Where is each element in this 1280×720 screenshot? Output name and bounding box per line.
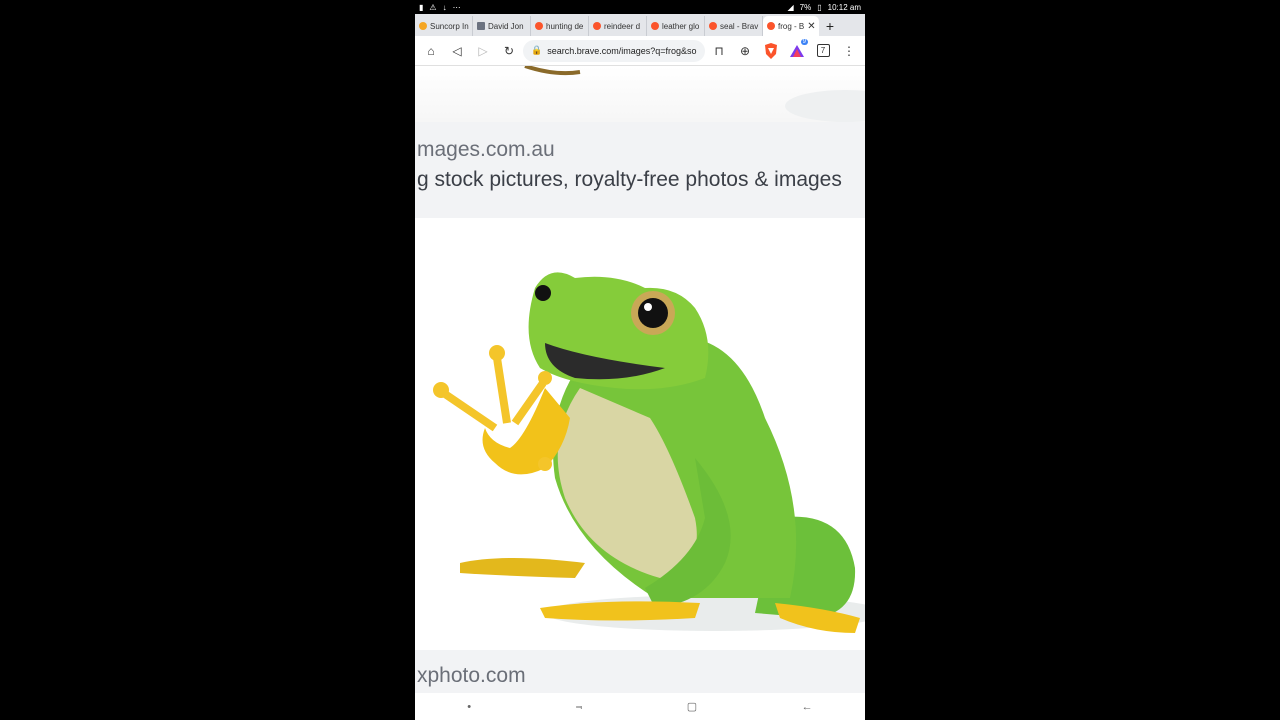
tab-hunting[interactable]: hunting de xyxy=(531,16,589,36)
result-image-partial[interactable] xyxy=(415,66,865,122)
brave-shield-icon[interactable] xyxy=(759,39,783,63)
rewards-badge: 9 xyxy=(800,38,808,45)
url-text: search.brave.com/images?q=frog&so xyxy=(547,45,697,56)
address-bar[interactable]: 🔒 search.brave.com/images?q=frog&so xyxy=(523,39,705,62)
menu-icon[interactable]: ⋮ xyxy=(837,39,861,63)
tab-strip: Suncorp In David Jon hunting de reindeer… xyxy=(415,14,865,36)
browser-toolbar: ⌂ ◁ ▷ ↻ 🔒 search.brave.com/images?q=frog… xyxy=(415,36,865,66)
phone-screen: ▮ ⚠ ↓ ⋯ ◢ 7% ▯ 10:12 am Suncorp In David… xyxy=(415,0,865,720)
status-bar: ▮ ⚠ ↓ ⋯ ◢ 7% ▯ 10:12 am xyxy=(415,0,865,14)
brave-favicon-icon xyxy=(767,22,775,30)
tab-david-jones[interactable]: David Jon xyxy=(473,16,531,36)
tab-switcher-button[interactable]: 7 xyxy=(811,39,835,63)
new-tab-button[interactable]: + xyxy=(819,16,841,36)
brave-favicon-icon xyxy=(709,22,717,30)
tab-seal[interactable]: seal - Brav xyxy=(705,16,763,36)
download-icon[interactable]: ⊕ xyxy=(733,39,757,63)
brave-favicon-icon xyxy=(651,22,659,30)
page-content: mages.com.au g stock pictures, royalty-f… xyxy=(415,66,865,693)
warning-icon: ⚠ xyxy=(429,2,437,12)
tab-favicon xyxy=(419,22,427,30)
tab-reindeer[interactable]: reindeer d xyxy=(589,16,647,36)
tab-count: 7 xyxy=(816,44,830,57)
tab-label: reindeer d xyxy=(604,21,641,31)
result-meta[interactable]: mages.com.au g stock pictures, royalty-f… xyxy=(415,122,865,218)
back-icon[interactable]: ◁ xyxy=(445,39,469,63)
signal-icon: ◢ xyxy=(787,2,794,12)
status-notifications: ▮ ⚠ ↓ ⋯ xyxy=(419,3,461,12)
more-notify-icon: ⋯ xyxy=(452,2,461,12)
recents-icon[interactable]: ⫬ xyxy=(576,700,582,713)
close-tab-icon[interactable]: ✕ xyxy=(807,21,815,32)
result-title[interactable]: g stock pictures, royalty-free photos & … xyxy=(417,168,842,192)
clock: 10:12 am xyxy=(827,2,861,12)
status-indicators: ◢ 7% ▯ 10:12 am xyxy=(788,3,861,12)
nav-dot-icon[interactable]: • xyxy=(467,701,471,713)
tab-suncorp[interactable]: Suncorp In xyxy=(415,16,473,36)
result-meta[interactable]: xphoto.com xyxy=(415,650,865,693)
tab-favicon xyxy=(477,22,485,30)
sim-icon: ▮ xyxy=(419,2,424,12)
frog-image[interactable] xyxy=(415,218,865,650)
nav-back-icon[interactable]: ← xyxy=(802,701,813,713)
lock-icon: 🔒 xyxy=(531,45,543,55)
reload-icon[interactable]: ↻ xyxy=(497,39,521,63)
result-source[interactable]: mages.com.au xyxy=(417,138,555,162)
battery-icon: ▯ xyxy=(817,2,822,12)
bookmark-icon[interactable]: ⊓ xyxy=(707,39,731,63)
forward-icon[interactable]: ▷ xyxy=(471,39,495,63)
tab-frog-active[interactable]: frog - B ✕ xyxy=(763,16,819,36)
tab-label: hunting de xyxy=(546,21,584,31)
tab-label: David Jon xyxy=(488,21,524,31)
tab-label: leather glo xyxy=(662,21,700,31)
brave-favicon-icon xyxy=(593,22,601,30)
tab-label: Suncorp In xyxy=(430,21,469,31)
tab-leather-gloves[interactable]: leather glo xyxy=(647,16,705,36)
rewards-icon[interactable]: 9 xyxy=(785,38,809,63)
download-notify-icon: ↓ xyxy=(442,2,447,12)
tab-label: seal - Brav xyxy=(720,21,759,31)
home-icon[interactable]: ⌂ xyxy=(419,39,443,63)
brave-favicon-icon xyxy=(535,22,543,30)
system-nav-bar: • ⫬ ▢ ← xyxy=(415,693,865,720)
battery-level: 7% xyxy=(799,2,812,12)
result-source[interactable]: xphoto.com xyxy=(417,664,526,688)
tab-label: frog - B xyxy=(778,21,805,31)
home-square-icon[interactable]: ▢ xyxy=(687,700,697,713)
